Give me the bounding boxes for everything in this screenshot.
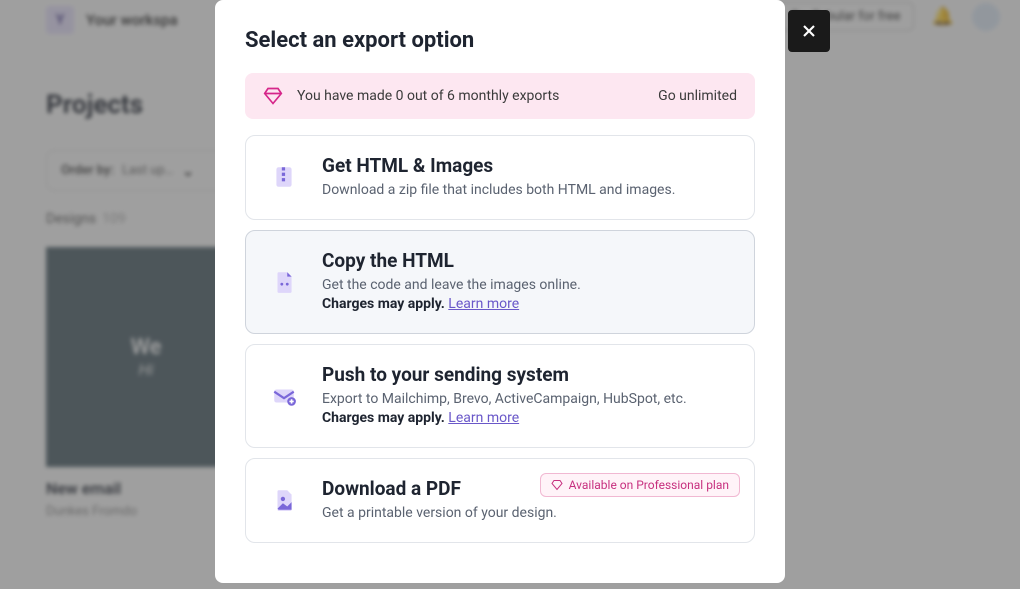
option-title: Push to your sending system <box>322 363 734 386</box>
learn-more-link[interactable]: Learn more <box>448 410 519 426</box>
option-title: Get HTML & Images <box>322 154 734 177</box>
image-file-icon <box>266 482 302 518</box>
modal-title: Select an export option <box>245 28 755 53</box>
option-title: Copy the HTML <box>322 249 734 272</box>
export-option-copy-html[interactable]: Copy the HTML Get the code and leave the… <box>245 230 755 334</box>
export-modal: Select an export option You have made 0 … <box>215 0 785 583</box>
option-desc: Get the code and leave the images online… <box>322 276 734 315</box>
quota-text: You have made 0 out of 6 monthly exports <box>297 88 644 104</box>
option-desc: Get a printable version of your design. <box>322 504 734 524</box>
export-option-html-images[interactable]: Get HTML & Images Download a zip file th… <box>245 135 755 220</box>
close-icon <box>799 21 819 41</box>
export-option-pdf[interactable]: Available on Professional plan Download … <box>245 458 755 543</box>
zip-icon <box>266 159 302 195</box>
option-desc: Download a zip file that includes both H… <box>322 181 734 201</box>
file-code-icon <box>266 264 302 300</box>
close-button[interactable] <box>788 10 830 52</box>
learn-more-link[interactable]: Learn more <box>448 296 519 312</box>
export-option-push[interactable]: Push to your sending system Export to Ma… <box>245 344 755 448</box>
quota-banner: You have made 0 out of 6 monthly exports… <box>245 73 755 119</box>
professional-badge: Available on Professional plan <box>540 473 740 497</box>
option-desc: Export to Mailchimp, Brevo, ActiveCampai… <box>322 390 734 429</box>
diamond-icon <box>263 86 283 106</box>
envelope-send-icon <box>266 378 302 414</box>
diamond-icon <box>551 479 563 491</box>
go-unlimited-link[interactable]: Go unlimited <box>658 88 737 104</box>
